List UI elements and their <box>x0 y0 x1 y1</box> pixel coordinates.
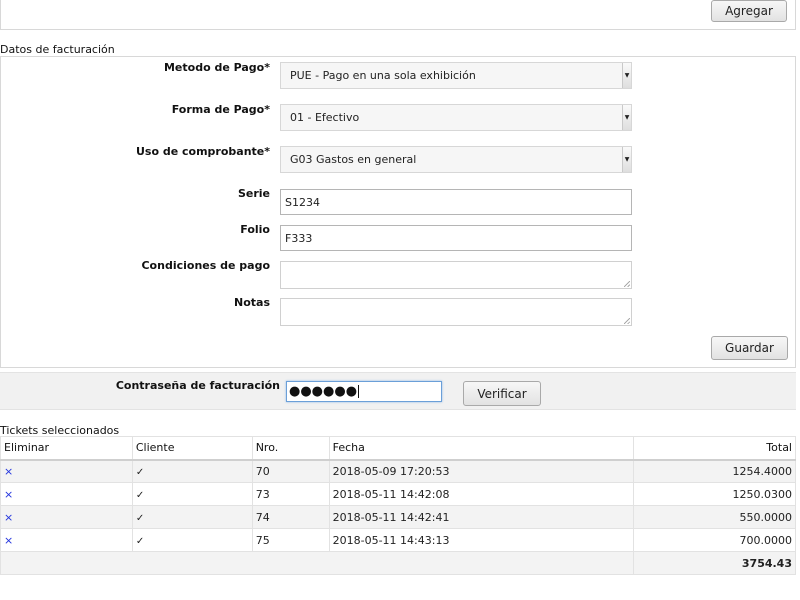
table-total-row: 3754.43 <box>0 551 796 575</box>
serie-label: Serie <box>237 187 270 200</box>
table-row: × ✓ 75 2018-05-11 14:43:13 700.0000 <box>0 528 796 552</box>
column-header-fecha[interactable]: Fecha <box>328 436 635 461</box>
save-button[interactable]: Guardar <box>711 336 788 360</box>
folio-label: Folio <box>240 223 270 236</box>
check-icon: ✓ <box>135 489 145 501</box>
uso-comprobante-select[interactable]: G03 Gastos en general ▼ <box>280 146 632 173</box>
check-icon: ✓ <box>135 535 145 547</box>
x-icon[interactable]: × <box>4 534 13 547</box>
fecha-cell: 2018-05-09 17:20:53 <box>328 459 635 483</box>
fecha-cell: 2018-05-11 14:42:08 <box>328 482 635 506</box>
delete-cell: × <box>0 459 133 483</box>
table-row: × ✓ 74 2018-05-11 14:42:41 550.0000 <box>0 505 796 529</box>
x-icon[interactable]: × <box>4 511 13 524</box>
condiciones-label: Condiciones de pago <box>141 259 270 272</box>
verify-button[interactable]: Verificar <box>463 381 541 406</box>
dropdown-arrow-icon: ▼ <box>622 63 631 88</box>
resize-grip-icon[interactable] <box>624 281 630 287</box>
table-row: × ✓ 70 2018-05-09 17:20:53 1254.4000 <box>0 459 796 483</box>
forma-pago-label: Forma de Pago* <box>171 103 270 116</box>
dropdown-arrow-icon: ▼ <box>622 105 631 130</box>
table-row: × ✓ 73 2018-05-11 14:42:08 1250.0300 <box>0 482 796 506</box>
tickets-table: Eliminar Cliente Nro. Fecha Total × ✓ 70… <box>0 436 796 575</box>
serie-input[interactable]: S1234 <box>280 189 632 215</box>
client-cell: ✓ <box>131 528 253 552</box>
grand-total: 3754.43 <box>633 551 796 575</box>
uso-comprobante-label: Uso de comprobante* <box>135 145 270 158</box>
text-caret <box>358 385 360 398</box>
password-label: Contraseña de facturación <box>115 379 280 392</box>
total-cell: 1254.4000 <box>633 459 796 483</box>
total-row-spacer <box>0 551 635 575</box>
column-header-cliente[interactable]: Cliente <box>131 436 253 461</box>
check-icon: ✓ <box>135 466 145 478</box>
delete-cell: × <box>0 505 133 529</box>
billing-section-title: Datos de facturación <box>0 43 115 56</box>
folio-input[interactable]: F333 <box>280 225 632 251</box>
delete-cell: × <box>0 528 133 552</box>
dropdown-arrow-icon: ▼ <box>622 147 631 172</box>
x-icon[interactable]: × <box>4 488 13 501</box>
total-cell: 1250.0300 <box>633 482 796 506</box>
nro-cell: 75 <box>251 528 330 552</box>
table-header-row: Eliminar Cliente Nro. Fecha Total <box>0 436 796 461</box>
condiciones-textarea[interactable] <box>280 261 632 289</box>
nro-cell: 70 <box>251 459 330 483</box>
client-cell: ✓ <box>131 505 253 529</box>
fecha-cell: 2018-05-11 14:43:13 <box>328 528 635 552</box>
x-icon[interactable]: × <box>4 465 13 478</box>
column-header-eliminar[interactable]: Eliminar <box>0 436 133 461</box>
client-cell: ✓ <box>131 482 253 506</box>
metodo-pago-select[interactable]: PUE - Pago en una sola exhibición ▼ <box>280 62 632 89</box>
add-button[interactable]: Agregar <box>711 0 787 22</box>
resize-grip-icon[interactable] <box>624 318 630 324</box>
check-icon: ✓ <box>135 512 145 524</box>
password-input[interactable]: ●●●●●● <box>286 381 442 402</box>
nro-cell: 74 <box>251 505 330 529</box>
column-header-total[interactable]: Total <box>633 436 796 461</box>
column-header-nro[interactable]: Nro. <box>251 436 330 461</box>
metodo-pago-label: Metodo de Pago* <box>163 61 270 74</box>
client-cell: ✓ <box>131 459 253 483</box>
metodo-pago-value: PUE - Pago en una sola exhibición <box>290 69 476 82</box>
forma-pago-value: 01 - Efectivo <box>290 111 360 124</box>
top-panel <box>0 0 796 30</box>
total-cell: 700.0000 <box>633 528 796 552</box>
password-masked-value: ●●●●●● <box>289 384 358 399</box>
uso-comprobante-value: G03 Gastos en general <box>290 153 417 166</box>
forma-pago-select[interactable]: 01 - Efectivo ▼ <box>280 104 632 131</box>
fecha-cell: 2018-05-11 14:42:41 <box>328 505 635 529</box>
nro-cell: 73 <box>251 482 330 506</box>
total-cell: 550.0000 <box>633 505 796 529</box>
notas-label: Notas <box>234 296 270 309</box>
notas-textarea[interactable] <box>280 298 632 326</box>
delete-cell: × <box>0 482 133 506</box>
